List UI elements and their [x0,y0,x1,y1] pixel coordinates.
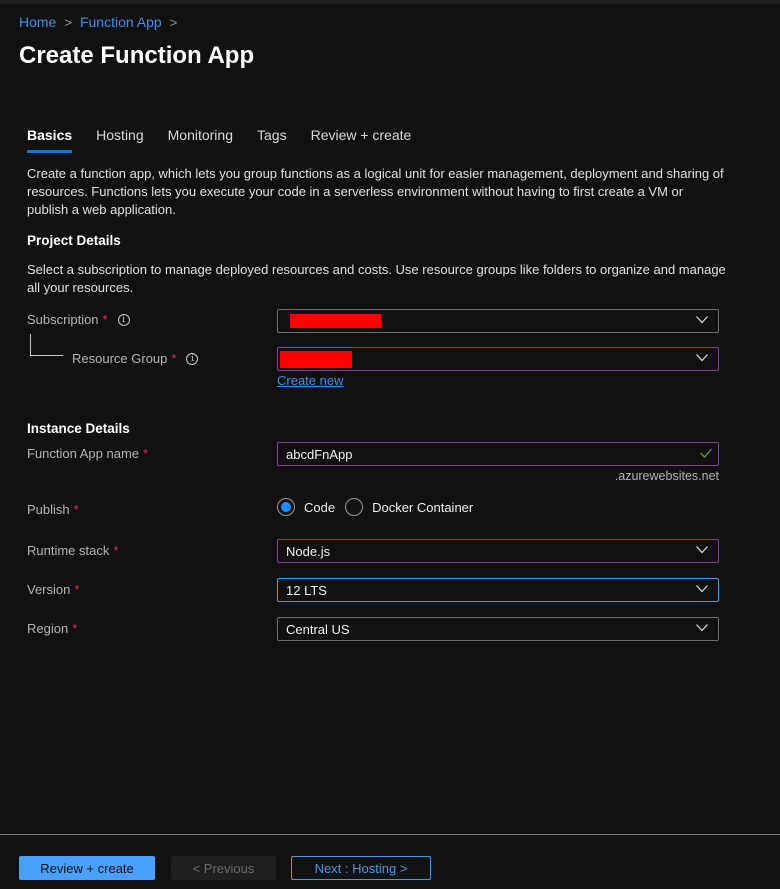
tab-review-create[interactable]: Review + create [311,127,412,153]
redacted-value [290,314,381,328]
info-icon[interactable]: i [117,313,130,326]
resource-group-dropdown[interactable] [277,347,719,371]
tab-basics[interactable]: Basics [27,127,73,153]
tree-connector [30,334,63,356]
previous-button[interactable]: < Previous [171,856,276,880]
tab-monitoring[interactable]: Monitoring [168,127,233,153]
create-new-resource-group-link[interactable]: Create new [277,373,343,388]
required-marker: * [113,543,119,558]
breadcrumb-function-app[interactable]: Function App [80,14,162,30]
publish-code-label[interactable]: Code [304,500,335,515]
runtime-stack-value: Node.js [286,543,331,559]
function-app-name-label-text: Function App name [27,446,140,461]
publish-docker-radio[interactable] [345,498,364,516]
breadcrumb-home[interactable]: Home [19,14,56,30]
publish-code-radio[interactable] [277,498,295,516]
instance-details-heading: Instance Details [27,421,130,436]
footer-divider [0,834,780,835]
subscription-label: Subscription * i [27,312,130,327]
chevron-down-icon [696,546,708,554]
resource-group-label-text: Resource Group [72,351,168,366]
version-value: 12 LTS [286,582,327,598]
region-label-text: Region [27,621,69,636]
info-icon[interactable]: i [186,352,199,365]
tab-tags[interactable]: Tags [257,127,287,153]
publish-label-text: Publish [27,502,70,517]
required-marker: * [171,351,177,366]
region-label: Region * [27,621,77,636]
function-app-name-label: Function App name * [27,446,148,461]
function-app-name-input[interactable]: abcdFnApp [277,442,719,466]
resource-group-label: Resource Group * i [72,351,199,366]
valid-check-icon [700,448,712,458]
chevron-down-icon [696,585,708,593]
project-details-description: Select a subscription to manage deployed… [27,262,726,295]
breadcrumb-chevron-icon: > [64,14,72,30]
function-app-name-value: abcdFnApp [286,446,353,462]
chevron-down-icon [696,316,708,324]
version-label-text: Version [27,582,71,597]
redacted-value [280,350,352,368]
top-bar [0,0,780,4]
runtime-stack-label-text: Runtime stack [27,543,110,558]
region-dropdown[interactable]: Central US [277,617,719,641]
runtime-stack-dropdown[interactable]: Node.js [277,539,719,563]
required-marker: * [74,582,80,597]
subscription-dropdown[interactable] [277,309,719,333]
required-marker: * [72,621,78,636]
intro-description: Create a function app, which lets you gr… [27,166,724,217]
radio-selected-dot [281,502,291,512]
breadcrumb: Home > Function App > [19,14,185,30]
chevron-down-icon [696,354,708,362]
required-marker: * [102,312,108,327]
region-value: Central US [286,621,350,637]
chevron-down-icon [696,624,708,632]
required-marker: * [73,502,79,517]
page-title: Create Function App [19,42,255,69]
tab-hosting[interactable]: Hosting [96,127,143,153]
review-create-button[interactable]: Review + create [19,856,155,880]
next-hosting-button[interactable]: Next : Hosting > [291,856,431,880]
version-label: Version * [27,582,79,597]
publish-docker-label[interactable]: Docker Container [372,500,473,515]
breadcrumb-chevron-icon: > [169,14,178,30]
publish-radio-group: Code Docker Container [277,498,483,516]
wizard-tabs: Basics Hosting Monitoring Tags Review + … [27,127,435,153]
subscription-label-text: Subscription [27,312,99,327]
publish-label: Publish * [27,502,79,517]
runtime-stack-label: Runtime stack * [27,543,118,558]
domain-suffix: .azurewebsites.net [614,469,719,483]
version-dropdown[interactable]: 12 LTS [277,578,719,602]
project-details-heading: Project Details [27,233,121,248]
required-marker: * [143,446,149,461]
